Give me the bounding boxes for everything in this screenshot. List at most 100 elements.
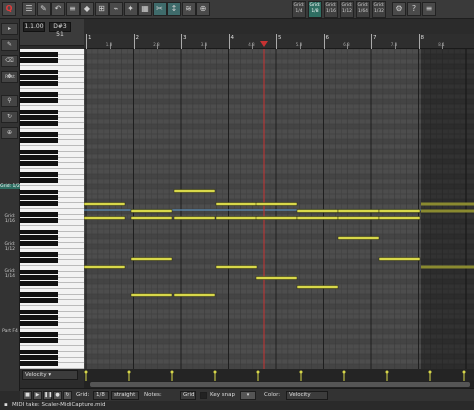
toolbar-btn-11[interactable]: ↕: [167, 2, 181, 16]
arrow-icon[interactable]: ▸: [1, 23, 18, 35]
black-key[interactable]: [20, 332, 58, 337]
black-key[interactable]: [20, 252, 58, 257]
midi-note[interactable]: [378, 209, 421, 213]
midi-note[interactable]: [173, 216, 216, 220]
record-icon[interactable]: ●: [53, 391, 62, 400]
toolbar-btn-7[interactable]: ⌁: [109, 2, 123, 16]
black-key[interactable]: [20, 281, 58, 286]
black-key[interactable]: [20, 52, 58, 57]
midi-note[interactable]: [296, 209, 339, 213]
left-toolbar-label[interactable]: Grid: 1/14: [0, 269, 20, 279]
key-snap-checkbox[interactable]: [200, 392, 207, 399]
grid-preset-button[interactable]: Grid: 1/16: [324, 1, 338, 18]
black-key[interactable]: [20, 201, 58, 206]
velocity-lane-select[interactable]: Velocity ▾: [22, 370, 78, 380]
toolbar-btn-9[interactable]: ▦: [138, 2, 152, 16]
grid-preset-button[interactable]: Grid: 1/4: [292, 1, 306, 18]
midi-note[interactable]: [255, 276, 298, 280]
left-toolbar-label[interactable]: Part F4: [0, 329, 20, 334]
left-toolbar-label[interactable]: Grid: 1/12: [0, 242, 20, 252]
playhead-marker[interactable]: [260, 41, 268, 47]
menu-icon[interactable]: ≡: [422, 2, 436, 16]
black-key[interactable]: [20, 189, 58, 195]
velocity-handle[interactable]: [385, 370, 389, 374]
velocity-handle[interactable]: [462, 370, 466, 374]
notes-dropdown[interactable]: Grid: [180, 391, 196, 400]
toolbar-btn-12[interactable]: ≋: [181, 2, 196, 16]
black-key[interactable]: [20, 269, 58, 275]
toolbar-btn-1[interactable]: ☰: [22, 2, 36, 16]
midi-note[interactable]: [337, 236, 380, 240]
grid-preset-button[interactable]: Grid: 1/8: [308, 1, 322, 18]
midi-note[interactable]: [215, 265, 258, 269]
black-key[interactable]: [20, 172, 58, 177]
toolbar-btn-10[interactable]: ✂: [152, 2, 167, 16]
grid-division-dropdown[interactable]: 1/8: [93, 391, 109, 400]
left-toolbar-label[interactable]: Rest: [0, 75, 20, 80]
grid-preset-button[interactable]: Grid: 1/64: [356, 1, 370, 18]
midi-note[interactable]: [130, 216, 173, 220]
toolbar-btn-5[interactable]: ◆: [80, 2, 94, 16]
black-key[interactable]: [20, 132, 58, 137]
midi-note[interactable]: [378, 216, 421, 220]
grid-preset-button[interactable]: Grid: 1/12: [340, 1, 354, 18]
midi-note[interactable]: [130, 293, 173, 297]
velocity-handle[interactable]: [299, 370, 303, 374]
black-key[interactable]: [20, 81, 58, 86]
velocity-handle[interactable]: [213, 370, 217, 374]
toolbar-btn-13[interactable]: ⊕: [196, 2, 210, 16]
black-key[interactable]: [20, 275, 58, 280]
quantize-button[interactable]: Q: [2, 2, 16, 16]
black-key[interactable]: [20, 98, 58, 103]
black-key[interactable]: [20, 361, 58, 366]
black-key[interactable]: [20, 241, 58, 246]
midi-note[interactable]: [173, 189, 216, 193]
midi-note[interactable]: [130, 209, 173, 213]
midi-note-outside[interactable]: [421, 202, 474, 206]
zoom-icon[interactable]: ⊕: [1, 127, 18, 139]
left-toolbar-label[interactable]: Grid: 1/16: [0, 214, 20, 224]
eraser-icon[interactable]: ⌫: [1, 55, 18, 67]
black-key[interactable]: [20, 218, 58, 223]
black-key[interactable]: [20, 355, 58, 360]
black-key[interactable]: [20, 115, 58, 120]
black-key[interactable]: [20, 321, 58, 326]
black-key[interactable]: [20, 75, 58, 80]
black-key[interactable]: [20, 195, 58, 200]
pencil-icon[interactable]: ✎: [1, 39, 18, 51]
black-key[interactable]: [20, 349, 58, 355]
midi-note[interactable]: [337, 209, 380, 213]
velocity-handle[interactable]: [84, 370, 88, 374]
black-key[interactable]: [20, 58, 58, 63]
piano-roll-grid[interactable]: [84, 49, 474, 369]
black-key[interactable]: [20, 69, 58, 75]
piano-keyboard[interactable]: [20, 49, 84, 369]
black-key[interactable]: [20, 161, 58, 166]
toolbar-btn-3[interactable]: ↶: [51, 2, 65, 16]
toolbar-btn-6[interactable]: ⊞: [94, 2, 109, 16]
midi-note[interactable]: [255, 202, 298, 206]
midi-note[interactable]: [296, 216, 339, 220]
black-key[interactable]: [20, 292, 58, 297]
toolbar-btn-8[interactable]: ✦: [123, 2, 138, 16]
loop-icon[interactable]: ↻: [1, 111, 18, 123]
snap-icon[interactable]: ⚲: [1, 95, 18, 107]
loop-icon[interactable]: ↻: [63, 391, 72, 400]
midi-note[interactable]: [255, 216, 298, 220]
black-key[interactable]: [20, 92, 58, 97]
grid-preset-button[interactable]: Grid: 1/32: [372, 1, 386, 18]
black-key[interactable]: [20, 212, 58, 217]
velocity-lane[interactable]: [84, 369, 474, 381]
velocity-canvas[interactable]: [84, 369, 474, 381]
black-key[interactable]: [20, 121, 58, 126]
black-key[interactable]: [20, 149, 58, 155]
black-key[interactable]: [20, 298, 58, 303]
black-key[interactable]: [20, 155, 58, 160]
midi-note[interactable]: [296, 285, 339, 289]
grid-canvas[interactable]: [84, 49, 474, 369]
midi-note[interactable]: [130, 257, 173, 261]
velocity-handle[interactable]: [127, 370, 131, 374]
time-position-display[interactable]: 1.1.00: [23, 22, 45, 32]
velocity-handle[interactable]: [170, 370, 174, 374]
color-dropdown[interactable]: Velocity: [286, 391, 328, 400]
